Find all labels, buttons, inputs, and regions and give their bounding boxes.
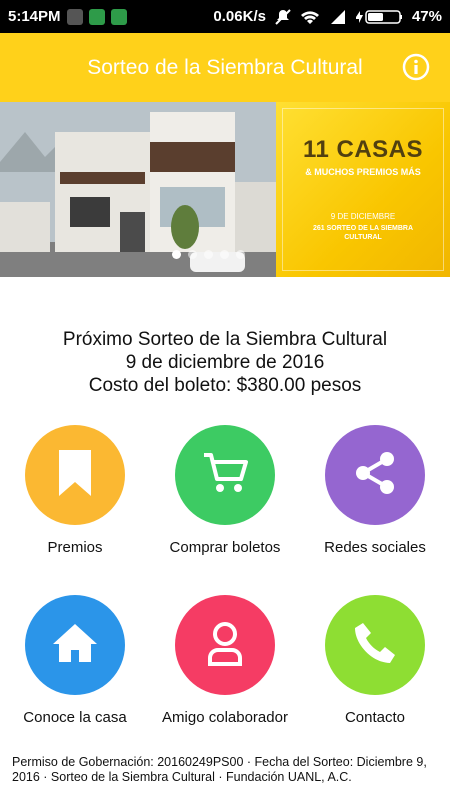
premios-button[interactable] <box>25 425 125 525</box>
phone-icon <box>353 621 397 670</box>
app-bar: Sorteo de la Siembra Cultural <box>0 33 450 102</box>
carousel-indicator <box>172 250 245 259</box>
menu-label: Redes sociales <box>324 539 426 556</box>
contacto-button[interactable] <box>325 595 425 695</box>
bookmark-icon <box>57 449 93 501</box>
conoce-la-casa-button[interactable] <box>25 595 125 695</box>
amigo-colaborador-button[interactable] <box>175 595 275 695</box>
menu-label: Conoce la casa <box>23 709 127 726</box>
menu-item-comprar-boletos[interactable]: Comprar boletos <box>150 425 300 556</box>
promo-frame <box>282 108 444 271</box>
promo-headline: 11 CASAS <box>302 136 424 163</box>
redes-sociales-button[interactable] <box>325 425 425 525</box>
promo-date: 9 DE DICIEMBRE <box>330 212 396 221</box>
carousel-dot[interactable] <box>236 250 245 259</box>
menu-label: Amigo colaborador <box>162 709 288 726</box>
home-icon <box>51 622 99 669</box>
shopping-cart-icon <box>202 452 248 499</box>
page-title: Sorteo de la Siembra Cultural <box>87 55 363 79</box>
phone-notification-icon <box>88 8 105 25</box>
menu-item-contacto[interactable]: Contacto <box>300 595 450 726</box>
promo-edition: 261 SORTEO DE LA SIEMBRA CULTURAL <box>312 225 414 241</box>
legal-footer: Permiso de Gobernación: 20160249PS00 · F… <box>12 755 427 784</box>
ticket-cost: Costo del boleto: $380.00 pesos <box>88 375 362 396</box>
info-icon[interactable] <box>402 53 430 81</box>
menu-item-conoce-la-casa[interactable]: Conoce la casa <box>0 595 150 726</box>
network-speed: 0.06K/s <box>213 8 266 25</box>
signal-icon <box>328 9 346 25</box>
notification-icon <box>66 8 83 25</box>
menu-item-redes-sociales[interactable]: Redes sociales <box>300 425 450 556</box>
comprar-boletos-button[interactable] <box>175 425 275 525</box>
share-icon <box>353 451 397 500</box>
menu-item-premios[interactable]: Premios <box>0 425 150 556</box>
carousel-dot[interactable] <box>204 250 213 259</box>
battery-icon <box>354 9 404 25</box>
carousel-dot[interactable] <box>220 250 229 259</box>
user-icon <box>207 620 243 671</box>
menu-label: Premios <box>47 539 103 556</box>
carousel-dot[interactable] <box>188 250 197 259</box>
raffle-name: Próximo Sorteo de la Siembra Cultural <box>62 329 388 350</box>
menu-label: Comprar boletos <box>169 539 281 556</box>
app-notification-icon <box>110 8 127 25</box>
raffle-info: Próximo Sorteo de la Siembra Cultural 9 … <box>0 328 450 397</box>
menu-label: Contacto <box>344 709 406 726</box>
promo-panel: 11 CASAS & MUCHOS PREMIOS MÁS 9 DE DICIE… <box>276 102 450 277</box>
wifi-icon <box>300 9 320 25</box>
carousel-dot[interactable] <box>172 250 181 259</box>
battery-level: 47% <box>411 8 442 25</box>
status-bar: 5:14PM 0.06K/s 47% <box>0 0 450 33</box>
raffle-date: 9 de diciembre de 2016 <box>125 352 325 373</box>
promo-subheadline: & MUCHOS PREMIOS MÁS <box>305 167 421 177</box>
menu-item-amigo-colaborador[interactable]: Amigo colaborador <box>150 595 300 726</box>
mute-icon <box>274 8 292 26</box>
status-time: 5:14PM <box>8 8 61 25</box>
